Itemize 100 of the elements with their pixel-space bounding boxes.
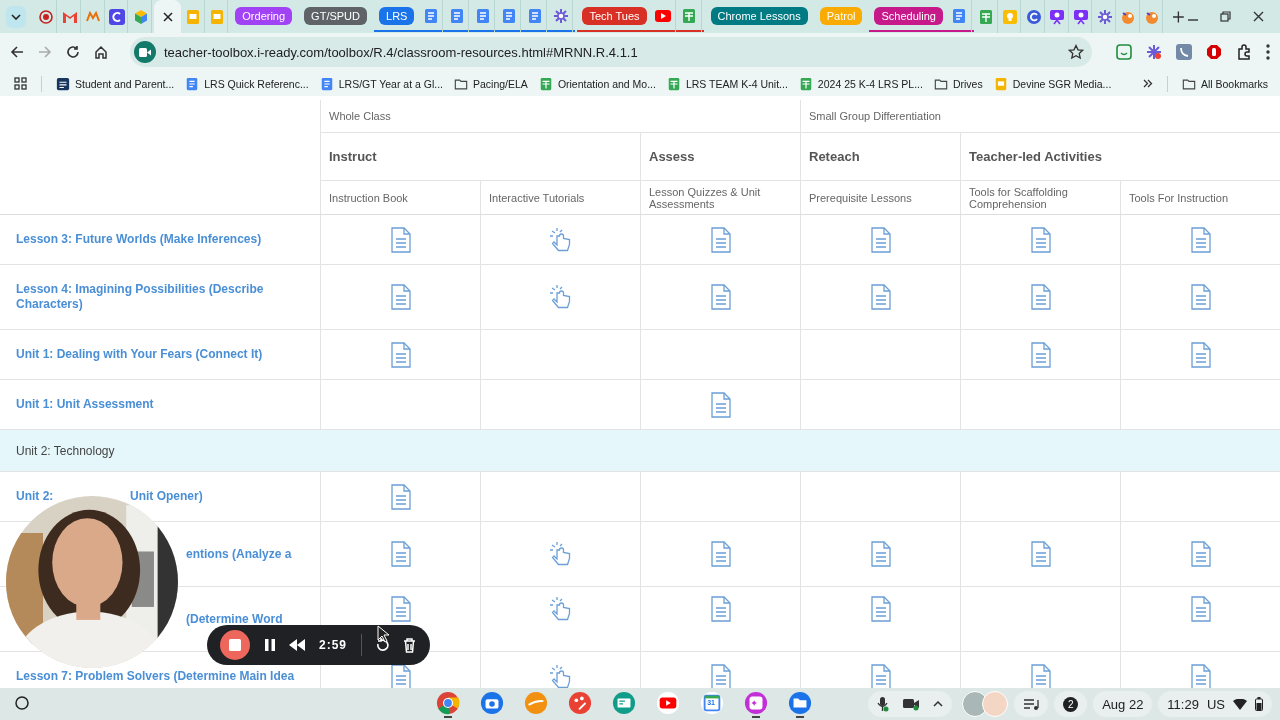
close-icon[interactable] <box>1252 11 1264 22</box>
document-icon <box>500 7 517 24</box>
lightbulb-icon <box>1001 8 1018 25</box>
bookmark-item[interactable]: Orientation and Mo... <box>538 76 656 91</box>
spreadsheet-icon <box>666 76 681 91</box>
lesson-link[interactable]: Unit 1: Unit Assessment <box>16 397 154 412</box>
lesson-link[interactable]: Unit Opener) <box>130 489 203 504</box>
lesson-link[interactable]: Unit 2: <box>16 489 54 504</box>
bookmark-item[interactable]: LRS/GT Year at a Gl... <box>319 76 443 91</box>
presentation-icon <box>1049 8 1066 25</box>
reload-icon[interactable] <box>66 45 80 59</box>
flower-icon <box>552 7 569 24</box>
letter-c-icon <box>109 8 126 25</box>
folder-icon <box>454 76 468 91</box>
chevron-down-icon <box>10 13 21 20</box>
video-camera-icon[interactable] <box>902 697 921 711</box>
browser-tab[interactable] <box>106 0 129 33</box>
flower-icon[interactable] <box>1146 44 1162 60</box>
category-header: Teacher-led Activities <box>969 149 1102 164</box>
home-icon[interactable] <box>94 45 108 59</box>
bookmark-item[interactable]: Student and Parent... <box>56 76 175 91</box>
document-icon <box>319 76 334 91</box>
stop-hand-icon[interactable] <box>1206 44 1222 60</box>
letter-m-icon <box>86 10 101 23</box>
all-bookmarks-item[interactable]: All Bookmarks <box>1181 76 1268 91</box>
url-text: teacher-toolbox.i-ready.com/toolbox/R.4/classroom-resources.html#MRNN.R.4.1.1 <box>164 44 639 60</box>
clock-time[interactable]: 11:29 <box>1167 696 1199 712</box>
document-icon <box>185 76 200 91</box>
battery-icon[interactable] <box>1255 697 1263 711</box>
smiley-icon[interactable] <box>1116 44 1132 60</box>
trash-icon[interactable] <box>402 637 416 653</box>
playlist-icon[interactable] <box>1023 698 1040 710</box>
document-icon[interactable] <box>389 663 412 688</box>
rewind-icon[interactable] <box>289 639 306 651</box>
address-bar[interactable]: teacher-toolbox.i-ready.com/toolbox/R.4/classroom-resources.html#MRNN.R.4.1.1 <box>130 37 1092 67</box>
slides-icon <box>993 76 1008 91</box>
group-header: Small Group Differentiation <box>809 110 941 122</box>
bookmark-item[interactable]: Drives <box>933 76 983 91</box>
microphone-icon[interactable] <box>877 696 890 712</box>
lesson-link[interactable]: (Determine Word <box>186 611 283 627</box>
extensions-icon[interactable] <box>1236 44 1252 60</box>
stop-record-button[interactable] <box>220 630 250 660</box>
restore-icon[interactable] <box>1219 11 1231 22</box>
document-icon <box>474 7 491 24</box>
phone-icon[interactable] <box>1176 44 1192 60</box>
lesson-link[interactable]: Lesson 7: Problem Solvers (Determine Main Idea <box>16 669 295 684</box>
tab-group-chip[interactable]: Scheduling <box>874 6 943 25</box>
tab-group-chip[interactable]: GT/SPUD <box>304 6 367 25</box>
lesson-link[interactable]: Lesson 3: Future Worlds (Make Inferences) <box>16 232 262 247</box>
notification-count[interactable]: 2 <box>1063 696 1079 712</box>
menu-icon[interactable] <box>1266 44 1270 60</box>
bookmark-item[interactable]: Devine SGR Media... <box>993 76 1112 91</box>
more-chevron-icon[interactable] <box>1142 79 1153 88</box>
pause-icon[interactable] <box>263 638 276 652</box>
lesson-link[interactable]: entions (Analyze a <box>186 546 292 562</box>
apps-grid-icon[interactable] <box>14 77 27 90</box>
recording-timer: 2:59 <box>318 638 347 652</box>
site-info-icon[interactable] <box>134 41 156 63</box>
spreadsheet-icon <box>798 76 813 91</box>
bookmark-item[interactable]: LRS TEAM K-4 Unit... <box>666 76 788 91</box>
bookmark-item[interactable]: 2024 25 K-4 LRS PL... <box>798 76 923 91</box>
record-icon <box>39 9 54 24</box>
document-icon <box>951 7 968 24</box>
launcher-icon[interactable] <box>15 696 29 710</box>
group-header: Whole Class <box>329 110 391 122</box>
spreadsheet-icon <box>978 8 995 25</box>
tab-group-chip[interactable]: Tech Tues <box>582 6 647 25</box>
bookmark-item[interactable]: Pacing/ELA <box>454 76 528 91</box>
folder-icon <box>1181 76 1196 91</box>
column-header: Tools For Instruction <box>1129 191 1229 204</box>
slides-icon <box>185 8 202 25</box>
section-title: Unit 2: Technology <box>16 443 115 458</box>
category-header: Reteach <box>809 149 860 164</box>
bookmark-star-icon[interactable] <box>1068 44 1084 60</box>
tab-group-chip[interactable]: LRS <box>379 6 415 25</box>
tab-group-chip[interactable]: Ordering <box>235 6 293 25</box>
chevron-up-icon[interactable] <box>933 701 944 707</box>
lesson-link[interactable]: Lesson 4: Imagining Possibilities (Describe Characters) <box>16 282 280 312</box>
video-play-icon <box>655 9 672 22</box>
school-logo-icon <box>56 76 70 91</box>
wifi-icon[interactable] <box>1233 698 1247 710</box>
lesson-link[interactable]: Unit 1: Dealing with Your Fears (Connect It) <box>16 347 263 362</box>
new-tab-icon[interactable] <box>1173 10 1184 23</box>
spreadsheet-icon <box>538 76 553 91</box>
flower-icon <box>1096 8 1113 25</box>
tab-group-chip[interactable]: Chrome Lessons <box>710 6 808 25</box>
letter-c-icon <box>1025 8 1042 25</box>
bookmark-item[interactable]: LRS Quick Referenc... <box>185 76 309 91</box>
folder-icon <box>933 76 948 91</box>
tab-search-button[interactable] <box>6 5 26 28</box>
column-header: Prerequisite Lessons <box>809 191 912 204</box>
column-header: Interactive Tutorials <box>489 191 585 204</box>
close-icon[interactable] <box>162 11 173 22</box>
document-icon <box>422 7 439 24</box>
input-method[interactable]: US <box>1206 696 1225 712</box>
mail-icon <box>61 9 78 24</box>
restart-icon[interactable] <box>375 637 390 653</box>
category-header: Instruct <box>329 149 377 164</box>
back-icon[interactable] <box>10 45 24 59</box>
slides-icon <box>209 8 225 25</box>
